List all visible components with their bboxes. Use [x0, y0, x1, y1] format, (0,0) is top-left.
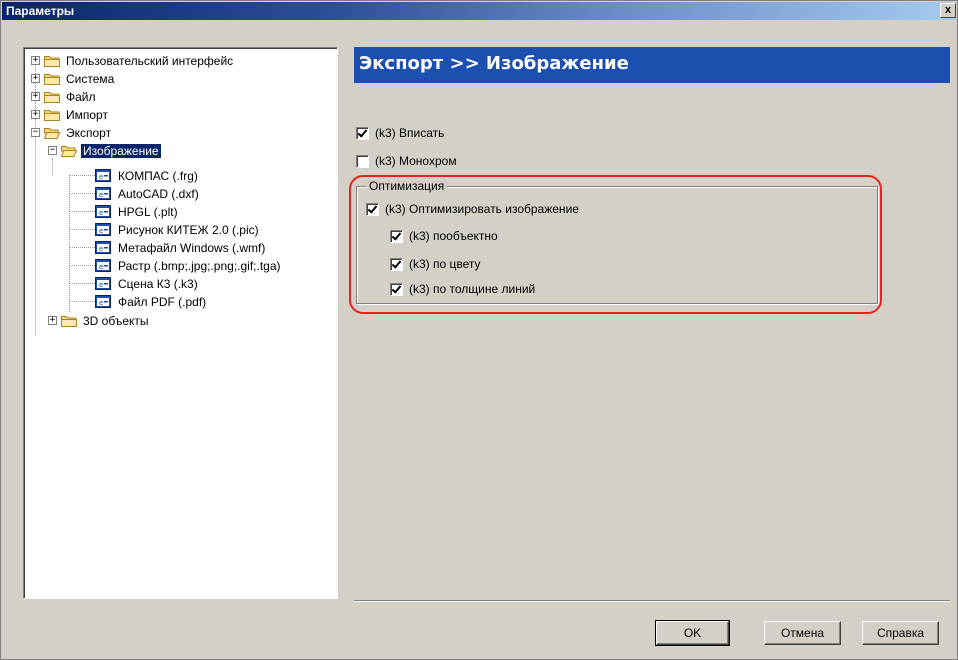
expand-icon[interactable]: + — [31, 74, 40, 83]
svg-text:e: e — [99, 263, 103, 271]
tree-item-hpgl-plt[interactable]: e HPGL (.plt) — [95, 203, 180, 220]
tree-connector — [69, 283, 95, 284]
panel-separator — [354, 600, 950, 602]
tree-item-wmf[interactable]: e Метафайл Windows (.wmf) — [95, 239, 267, 256]
svg-text:e: e — [99, 209, 103, 217]
tree-item-label: Изображение — [81, 143, 161, 158]
svg-text:e: e — [99, 299, 103, 307]
svg-text:e: e — [99, 173, 103, 181]
tree-connector — [52, 158, 53, 176]
folder-icon — [44, 74, 60, 85]
folder-open-icon — [61, 146, 77, 157]
svg-text:e: e — [99, 281, 103, 289]
tree-connector — [69, 301, 95, 302]
tree-connector — [69, 265, 95, 266]
tree-connector — [69, 175, 70, 312]
checkbox-box[interactable] — [356, 126, 369, 140]
folder-open-icon — [44, 128, 60, 139]
tree-item-pdf[interactable]: e Файл PDF (.pdf) — [95, 293, 208, 310]
tree-item-export[interactable]: − Экспорт — [31, 124, 113, 141]
title-bar[interactable]: Параметры x — [2, 2, 956, 20]
section-title: Экспорт >> Изображение — [359, 53, 629, 74]
expand-icon[interactable]: + — [31, 56, 40, 65]
folder-icon — [61, 316, 77, 327]
tree-connector — [69, 247, 95, 248]
tree-item-label: Экспорт — [66, 125, 112, 140]
monochrome-label: (k3) Монохром — [375, 154, 457, 168]
expand-icon[interactable]: + — [48, 316, 57, 325]
svg-text:e: e — [99, 191, 103, 199]
tree-item-kompas-frg[interactable]: e КОМПАС (.frg) — [95, 167, 200, 184]
tree-item-label: AutoCAD (.dxf) — [118, 186, 199, 201]
tree-item-k3-scene[interactable]: e Сцена К3 (.k3) — [95, 275, 200, 292]
expand-icon[interactable]: + — [31, 110, 40, 119]
window-title: Параметры — [6, 4, 75, 18]
export-format-icon: e — [95, 295, 111, 308]
tree-connector — [69, 211, 95, 212]
tree-item-label: Рисунок КИТЕЖ 2.0 (.pic) — [118, 222, 259, 237]
folder-icon — [44, 56, 60, 67]
cancel-button[interactable]: Отмена — [764, 621, 841, 645]
tree-item-file[interactable]: + Файл — [31, 88, 98, 105]
close-button[interactable]: x — [940, 3, 956, 18]
tree-item-system[interactable]: + Система — [31, 70, 116, 87]
tree-item-import[interactable]: + Импорт — [31, 106, 110, 123]
collapse-icon[interactable]: − — [31, 128, 40, 137]
ok-button[interactable]: OK — [655, 620, 730, 646]
tree-item-raster[interactable]: e Растр (.bmp;.jpg;.png;.gif;.tga) — [95, 257, 283, 274]
help-button[interactable]: Справка — [862, 621, 939, 645]
tree-item-label: Файл PDF (.pdf) — [118, 294, 207, 309]
fit-checkbox[interactable]: (k3) Вписать — [356, 126, 444, 140]
tree-item-image[interactable]: − Изображение — [48, 142, 161, 159]
expand-icon[interactable]: + — [31, 92, 40, 101]
folder-icon — [44, 92, 60, 103]
options-tree[interactable]: + Пользовательский интерфейс + Система +… — [23, 47, 338, 599]
export-format-icon: e — [95, 169, 111, 182]
tree-item-label: HPGL (.plt) — [118, 204, 178, 219]
export-format-icon: e — [95, 223, 111, 236]
tree-item-label: Метафайл Windows (.wmf) — [118, 240, 266, 255]
tree-item-label: КОМПАС (.frg) — [118, 168, 198, 183]
export-format-icon: e — [95, 187, 111, 200]
tree-item-3d-objects[interactable]: + 3D объекты — [48, 312, 151, 329]
tree-item-user-interface[interactable]: + Пользовательский интерфейс — [31, 52, 235, 69]
export-format-icon: e — [95, 205, 111, 218]
section-header: Экспорт >> Изображение — [354, 47, 950, 83]
tree-connector — [69, 229, 95, 230]
tree-item-label: Импорт — [66, 107, 108, 122]
export-format-icon: e — [95, 241, 111, 254]
monochrome-checkbox[interactable]: (k3) Монохром — [356, 154, 457, 168]
folder-icon — [44, 110, 60, 121]
tree-item-autocad-dxf[interactable]: e AutoCAD (.dxf) — [95, 185, 201, 202]
fit-label: (k3) Вписать — [375, 126, 445, 140]
tree-item-kitezh-pic[interactable]: e Рисунок КИТЕЖ 2.0 (.pic) — [95, 221, 261, 238]
tree-item-label: Растр (.bmp;.jpg;.png;.gif;.tga) — [118, 258, 281, 273]
svg-text:e: e — [99, 245, 103, 253]
export-format-icon: e — [95, 277, 111, 290]
tree-item-label: Пользовательский интерфейс — [66, 53, 234, 68]
options-dialog: Параметры x + Пользовательский интерфейс… — [0, 0, 958, 660]
export-format-icon: e — [95, 259, 111, 272]
tree-item-label: Файл — [66, 89, 96, 104]
tree-connector — [69, 193, 95, 194]
tree-item-label: 3D объекты — [83, 313, 149, 328]
tree-item-label: Сцена К3 (.k3) — [118, 276, 198, 291]
svg-text:e: e — [99, 227, 103, 235]
tree-item-label: Система — [66, 71, 115, 86]
tree-connector — [69, 175, 95, 176]
highlight-annotation — [349, 175, 882, 314]
collapse-icon[interactable]: − — [48, 146, 57, 155]
checkbox-box[interactable] — [356, 154, 369, 168]
